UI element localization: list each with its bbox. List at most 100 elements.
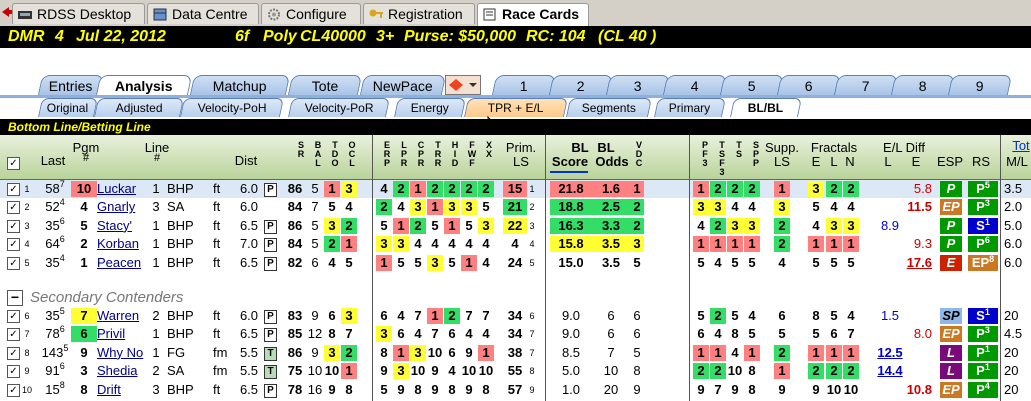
horse-name-link[interactable]: Korban: [97, 235, 147, 253]
surface-unit: ft: [213, 381, 221, 397]
tab-adjusted[interactable]: Adjusted: [93, 98, 185, 117]
col-letter-header: TS: [735, 140, 742, 159]
prim-ls: 55: [507, 363, 523, 379]
track-surface: FG: [167, 344, 186, 360]
tab-entries[interactable]: Entries: [37, 75, 105, 95]
col-bl2: BL: [597, 140, 615, 155]
horse-name-link[interactable]: Warren: [97, 307, 147, 325]
row-checkbox[interactable]: ✓: [7, 328, 20, 342]
fractal-e: 5: [812, 326, 820, 342]
last-days: 356: [45, 215, 65, 233]
row-checkbox[interactable]: ✓: [7, 256, 20, 270]
table-row[interactable]: ✓ 3 356 5 Stacy' 1 BHP ft 6.5 P 86 5 3 2 5 1 2 5 1 5 3 22 3 16.…: [0, 215, 1031, 235]
select-all-checkbox[interactable]: ✓: [7, 157, 20, 170]
horse-name-link[interactable]: Drift: [97, 381, 147, 399]
row-checkbox[interactable]: ✓: [7, 201, 20, 215]
table-row[interactable]: ✓ 8 1435 9 Why No 1 FG fm 5.5 T 86 9 3 2 8 1 3 10 6 9 1 38 7 8.…: [0, 343, 1031, 362]
horse-name-link[interactable]: Luckar: [97, 180, 147, 198]
tab-race-3[interactable]: 3: [605, 75, 671, 95]
track-surface: BHP: [167, 217, 194, 233]
rs-badge: P4: [968, 381, 998, 398]
collapse-toggle[interactable]: −: [7, 290, 23, 306]
last-days: 786: [45, 324, 65, 342]
tab-rdss-desktop[interactable]: RDSS Desktop: [12, 3, 145, 24]
bl-odds: 1.6: [592, 181, 630, 197]
track-surface: BHP: [167, 308, 194, 323]
tab-matchup[interactable]: Matchup: [189, 75, 291, 95]
tab-race-6[interactable]: 6: [776, 75, 842, 95]
bl-score: 18.8: [550, 199, 592, 216]
table-row[interactable]: ✓ 10 158 8 Drift 3 BHP ft 6.5 P 78 16 9 8 5 9 8 9 8 9 8 57 9 1.…: [0, 380, 1031, 399]
fractal-l: 2: [826, 363, 842, 380]
el-diff-e: 8.0: [913, 326, 932, 342]
tab-race-9[interactable]: 9: [947, 75, 1013, 95]
horse-name-link[interactable]: Peacen: [97, 254, 147, 272]
row-number: 1: [24, 184, 30, 194]
row-checkbox[interactable]: ✓: [7, 310, 20, 323]
supp-ls: 4: [778, 254, 786, 270]
tab-bl-bl[interactable]: BL/BL: [729, 98, 803, 117]
dropdown-button[interactable]: [445, 75, 481, 95]
tab-race-1[interactable]: 1: [491, 75, 557, 95]
tab-tote[interactable]: Tote: [287, 75, 363, 95]
pace-value: 4: [748, 308, 756, 323]
tab-velocity-poh[interactable]: Velocity-PoH: [179, 98, 285, 117]
tab-registration[interactable]: Registration: [363, 3, 475, 24]
fractal-e: 5: [812, 254, 820, 270]
surface-unit: ft: [213, 217, 221, 233]
ocl-value: 3: [341, 308, 357, 324]
morning-line: 20: [1004, 363, 1019, 379]
col-tot[interactable]: Tot: [1006, 138, 1031, 153]
tab-data-centre[interactable]: Data Centre: [147, 3, 259, 24]
tab-race-7[interactable]: 7: [833, 75, 899, 95]
horse-name-link[interactable]: Stacy': [97, 217, 147, 235]
horse-name-link[interactable]: Why No: [97, 344, 147, 362]
row-checkbox[interactable]: ✓: [7, 238, 20, 252]
tab-race-5[interactable]: 5: [719, 75, 785, 95]
table-row[interactable]: ✓ 4 646 2 Korban 1 BHP ft 7.0 P 84 5 2 1 3 3 4 4 4 4 4 4 4 15.8…: [0, 235, 1031, 253]
tab-primary[interactable]: Primary: [653, 98, 727, 117]
tab-energy[interactable]: Energy: [393, 98, 467, 117]
tab-configure[interactable]: Configure: [261, 3, 361, 24]
table-row[interactable]: ✓ 7 786 6 Privil 1 BHP ft 6.5 P 85 12 8 7 3 6 4 7 6 4 4 34 7 9.…: [0, 325, 1031, 343]
ocl-value: 3: [341, 181, 357, 197]
row-checkbox[interactable]: ✓: [7, 365, 20, 379]
tab-analysis[interactable]: Analysis: [95, 75, 193, 96]
tab-race-4[interactable]: 4: [662, 75, 728, 95]
table-row[interactable]: ✓ 2 524 4 Gnarly 3 SA ft 6.0 84 7 5 4 2 4 3 1 3 3 5 21 2 18.8 2…: [0, 198, 1031, 216]
speed-rating: 75: [287, 363, 303, 379]
tab-race-8[interactable]: 8: [890, 75, 956, 95]
energy-value: 8: [414, 381, 422, 397]
row-checkbox[interactable]: ✓: [7, 383, 20, 397]
column-separator: [1000, 135, 1001, 401]
horse-name-link[interactable]: Shedia: [97, 362, 147, 380]
tab-tpr-el[interactable]: TPR + E/L: [463, 98, 569, 117]
prim-ls: 57: [507, 381, 523, 397]
tab-segments[interactable]: Segments: [565, 98, 653, 117]
last-days: 354: [45, 252, 65, 270]
table-row[interactable]: ✓ 6 355 7 Warren 2 BHP ft 6.0 P 83 9 6 3 6 4 7 1 2 7 7 34 6 9.0…: [0, 307, 1031, 325]
pace-value: 4: [714, 254, 722, 270]
pace-value: 6: [697, 326, 705, 342]
row-checkbox[interactable]: ✓: [7, 346, 20, 360]
tab-velocity-por[interactable]: Velocity-PoR: [287, 98, 391, 117]
table-row[interactable]: ✓ 1 587 10 Luckar 1 BHP ft 6.0 P 86 5 1 3 4 2 1 2 2 2 2 15 1 21…: [0, 180, 1031, 198]
energy-value: 8: [482, 381, 490, 397]
row-checkbox[interactable]: ✓: [7, 219, 20, 233]
tab-race-cards[interactable]: Race Cards: [477, 3, 589, 26]
program-number: 8: [80, 381, 88, 397]
tab-race-2[interactable]: 2: [548, 75, 614, 95]
horse-name-link[interactable]: Privil: [97, 325, 147, 343]
rs-badge: P3: [968, 326, 998, 343]
tab-newpace[interactable]: NewPace: [359, 75, 447, 95]
table-row[interactable]: ✓ 9 916 3 Shedia 2 SA fm 5.5 T 75 10 10 1 9 3 10 9 4 10 10 55…: [0, 362, 1031, 380]
esp-badge: E: [940, 254, 962, 271]
bl-odds: 7: [607, 344, 615, 360]
tab-original[interactable]: Original: [37, 98, 99, 117]
morning-line: 3.5: [1004, 181, 1023, 196]
horse-name-link[interactable]: Gnarly: [97, 198, 147, 216]
table-row[interactable]: ✓ 5 354 1 Peacen 1 BHP ft 6.5 P 82 6 4 5 1 5 5 3 5 1 4 24 5 15.…: [0, 252, 1031, 272]
energy-value: 1: [461, 254, 477, 271]
row-checkbox[interactable]: ✓: [7, 183, 20, 196]
program-number: 3: [80, 363, 88, 379]
